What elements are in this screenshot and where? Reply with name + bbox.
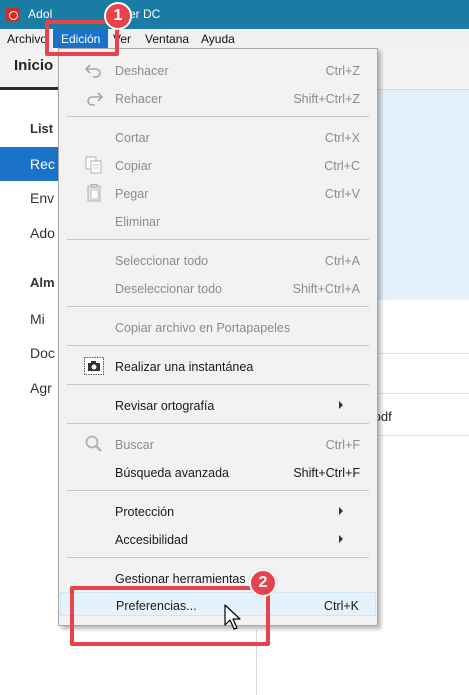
step-badge-1: 1: [104, 2, 132, 30]
menu-item-copiar-archivo[interactable]: Copiar archivo en Portapapeles: [60, 315, 376, 339]
menu-item-pegar[interactable]: Pegar Ctrl+V: [60, 181, 376, 205]
menu-item-accesibilidad[interactable]: Accesibilidad: [60, 527, 376, 551]
menu-item-shortcut: Ctrl+Z: [325, 64, 360, 78]
search-icon: [84, 435, 104, 453]
left-pane-item-documents[interactable]: Doc: [30, 345, 55, 361]
menu-item-shortcut: Ctrl+X: [324, 131, 360, 145]
paste-icon: [84, 184, 104, 202]
menu-separator: [67, 306, 369, 307]
menu-item-label: Pegar: [115, 187, 149, 201]
menu-item-shortcut: Ctrl+C: [324, 159, 360, 173]
menu-separator: [67, 423, 369, 424]
menu-item-label: Deseleccionar todo: [115, 282, 223, 296]
file-list-divider: [377, 435, 469, 436]
left-pane-header-recent: List: [30, 121, 54, 136]
menu-item-label: Gestionar herramientas: [115, 572, 246, 586]
file-list-divider: [377, 353, 469, 354]
acrobat-logo-icon: [6, 8, 19, 21]
menu-item-buscar[interactable]: Buscar Ctrl+F: [60, 432, 376, 456]
menu-item-revisar-ortografia[interactable]: Revisar ortografía: [60, 393, 376, 417]
menu-ventana[interactable]: Ventana: [145, 32, 189, 46]
menu-item-label: Rehacer: [115, 92, 163, 106]
left-pane-item-my-pc[interactable]: Mi: [30, 311, 45, 327]
menu-item-label: Búsqueda avanzada: [115, 466, 229, 480]
undo-icon: [84, 61, 104, 79]
menu-item-cortar[interactable]: Cortar Ctrl+X: [60, 125, 376, 149]
menu-item-shortcut: Ctrl+V: [324, 187, 360, 201]
copy-icon: [84, 156, 104, 174]
menu-item-shortcut: Shift+Ctrl+A: [292, 282, 360, 296]
submenu-arrow-icon: [339, 401, 343, 409]
menu-item-proteccion[interactable]: Protección: [60, 499, 376, 523]
menu-item-label: Eliminar: [115, 215, 161, 229]
window-title-end: er DC: [129, 7, 161, 21]
menu-separator: [67, 557, 369, 558]
menu-item-rehacer[interactable]: Rehacer Shift+Ctrl+Z: [60, 86, 376, 110]
menu-item-deseleccionar-todo[interactable]: Deseleccionar todo Shift+Ctrl+A: [60, 276, 376, 300]
menu-separator: [67, 239, 369, 240]
left-pane-item-add[interactable]: Agr: [30, 380, 52, 396]
menu-item-label: Seleccionar todo: [115, 254, 209, 268]
menu-item-label: Buscar: [115, 438, 154, 452]
file-list-selected-row[interactable]: [377, 90, 469, 300]
menu-ayuda[interactable]: Ayuda: [201, 32, 235, 46]
left-pane-header-storage: Alm: [30, 275, 55, 290]
menu-item-shortcut: Ctrl+A: [324, 254, 360, 268]
menu-item-label: Revisar ortografía: [115, 399, 215, 413]
menu-item-busqueda-avanzada[interactable]: Búsqueda avanzada Shift+Ctrl+F: [60, 460, 376, 484]
camera-icon: [84, 357, 104, 375]
menu-item-deshacer[interactable]: Deshacer Ctrl+Z: [60, 58, 376, 82]
menu-item-label: Copiar: [115, 159, 152, 173]
menu-item-eliminar[interactable]: Eliminar: [60, 209, 376, 233]
menu-item-instantanea[interactable]: Realizar una instantánea: [60, 354, 376, 378]
mouse-cursor-icon: [224, 604, 241, 630]
window-title-start: Adol: [28, 7, 53, 21]
menu-item-label: Copiar archivo en Portapapeles: [115, 321, 291, 335]
submenu-arrow-icon: [339, 535, 343, 543]
menu-item-shortcut: Shift+Ctrl+Z: [293, 92, 360, 106]
menu-archivo[interactable]: Archivo: [7, 32, 47, 46]
menu-item-label: Deshacer: [115, 64, 169, 78]
menu-separator: [67, 116, 369, 117]
left-pane-item-sent[interactable]: Env: [30, 190, 54, 206]
menu-item-copiar[interactable]: Copiar Ctrl+C: [60, 153, 376, 177]
file-list-divider: [377, 393, 469, 394]
left-pane-item-adobe[interactable]: Ado: [30, 225, 55, 241]
menu-item-shortcut: Ctrl+K: [323, 599, 359, 613]
left-pane-item-recent[interactable]: Rec: [30, 156, 55, 172]
redo-icon: [84, 89, 104, 107]
menu-item-shortcut: Ctrl+F: [325, 438, 360, 452]
tab-inicio[interactable]: Inicio: [14, 57, 53, 74]
menu-item-label: Cortar: [115, 131, 150, 145]
menu-item-shortcut: Shift+Ctrl+F: [293, 466, 360, 480]
step-badge-2: 2: [249, 569, 277, 597]
submenu-arrow-icon: [339, 507, 343, 515]
menu-item-label: Realizar una instantánea: [115, 360, 254, 374]
menu-item-label: Accesibilidad: [115, 533, 188, 547]
menu-separator: [67, 384, 369, 385]
menu-item-label: Protección: [115, 505, 175, 519]
menu-separator: [67, 490, 369, 491]
menu-item-seleccionar-todo[interactable]: Seleccionar todo Ctrl+A: [60, 248, 376, 272]
edit-menu-dropdown: Deshacer Ctrl+Z Rehacer Shift+Ctrl+Z Cor…: [58, 48, 378, 626]
menu-separator: [67, 345, 369, 346]
